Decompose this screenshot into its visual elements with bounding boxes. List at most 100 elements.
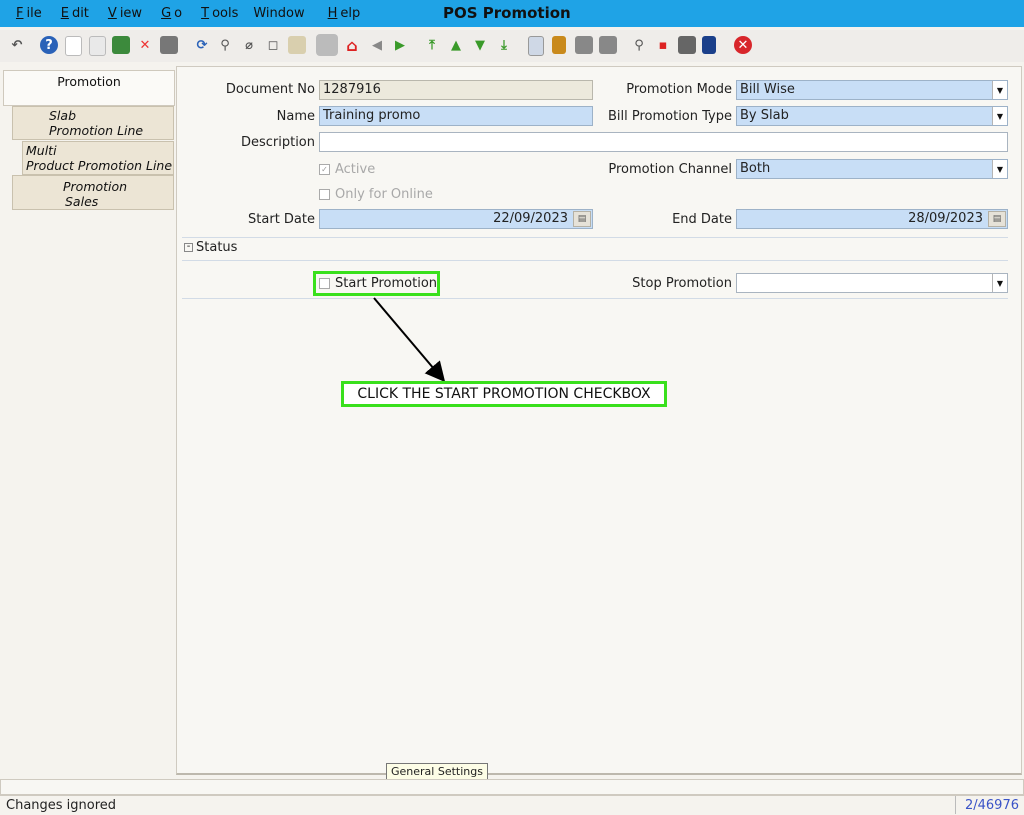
divider — [182, 298, 1008, 299]
bill-promotion-type-label: Bill Promotion Type — [607, 109, 732, 124]
menu-help[interactable]: Help — [320, 6, 361, 21]
start-date-value: 22/09/2023 — [493, 211, 568, 226]
chat-icon[interactable]: ◻ — [264, 36, 282, 54]
close-window-icon[interactable]: ✕ — [734, 36, 752, 54]
collapse-icon: - — [184, 242, 193, 252]
status-strip — [0, 779, 1024, 795]
checkbox-icon — [319, 278, 330, 289]
toolbar: ↶ ? ✕ ⟳ ⚲ ⌀ ◻ ⌂ ◀ ▶ ⤒ ▲ ▼ ⤓ ⚲ ▪ ✕ — [0, 30, 1024, 62]
menu-view[interactable]: View — [100, 6, 142, 21]
promotion-mode-value: Bill Wise — [740, 82, 795, 97]
status-section-header[interactable]: - Status — [184, 240, 237, 255]
active-label: Active — [335, 162, 376, 177]
tab-slab-promotion-line[interactable]: Slab Promotion Line — [12, 106, 174, 140]
save-icon[interactable] — [112, 36, 130, 54]
tab-promotion-sales[interactable]: Promotion Sales — [12, 175, 174, 210]
status-section-title: Status — [196, 240, 238, 255]
record-counter[interactable]: 2/46976 — [955, 796, 1022, 814]
name-field[interactable]: Training promo — [319, 106, 593, 126]
document-no-field[interactable]: 1287916 — [319, 80, 593, 100]
delete-selection-icon[interactable] — [160, 36, 178, 54]
print-icon[interactable] — [599, 36, 617, 54]
divider — [182, 237, 1008, 238]
end-date-label: End Date — [672, 212, 732, 227]
status-message: Changes ignored — [6, 798, 117, 813]
promotion-channel-label: Promotion Channel — [608, 162, 732, 177]
promotion-channel-select[interactable]: Both ▼ — [736, 159, 1008, 179]
menu-tools[interactable]: Tools — [193, 6, 238, 21]
next-record-icon[interactable]: ▼ — [471, 36, 489, 54]
grid-toggle-icon[interactable] — [288, 36, 306, 54]
title-bar: File Edit View Go Tools Window Help POS … — [0, 0, 1024, 27]
start-date-field[interactable]: 22/09/2023 ▤ — [319, 209, 593, 229]
workflow-icon[interactable]: ▪ — [654, 36, 672, 54]
menu-edit[interactable]: Edit — [53, 6, 89, 21]
promotion-channel-value: Both — [740, 161, 771, 176]
menu-file[interactable]: File — [8, 6, 42, 21]
menu-bar: File Edit View Go Tools Window Help — [0, 0, 363, 27]
chevron-down-icon: ▼ — [992, 160, 1007, 178]
undo-icon[interactable]: ↶ — [8, 36, 26, 54]
name-label: Name — [276, 109, 315, 124]
start-promotion-checkbox[interactable]: Start Promotion — [319, 276, 437, 291]
home-icon[interactable]: ⌂ — [343, 36, 361, 55]
window-title: POS Promotion — [443, 4, 571, 22]
report-icon[interactable] — [528, 36, 544, 56]
menu-go[interactable]: Go — [153, 6, 182, 21]
description-label: Description — [240, 135, 315, 150]
help-icon[interactable]: ? — [40, 36, 58, 54]
calendar-icon[interactable]: ▤ — [573, 211, 591, 227]
previous-record-icon[interactable]: ▲ — [447, 36, 465, 54]
delete-icon[interactable]: ✕ — [136, 36, 154, 54]
last-record-icon[interactable]: ⤓ — [495, 36, 513, 54]
copy-record-icon[interactable] — [89, 36, 106, 56]
start-date-label: Start Date — [248, 212, 315, 227]
first-record-icon[interactable]: ⤒ — [423, 36, 441, 54]
tab-multi-label-1: Multi — [26, 143, 57, 158]
refresh-icon[interactable]: ⟳ — [193, 36, 211, 54]
back-icon[interactable]: ◀ — [368, 36, 386, 54]
stop-promotion-select[interactable]: ▼ — [736, 273, 1008, 293]
history-icon[interactable] — [316, 34, 338, 56]
product-info-icon[interactable] — [702, 36, 716, 54]
tab-sales-label-2: Sales — [65, 194, 99, 209]
tab-list: Promotion Slab Promotion Line Multi Prod… — [0, 66, 175, 776]
instruction-annotation: CLICK THE START PROMOTION CHECKBOX — [341, 381, 667, 407]
find-icon[interactable]: ⚲ — [216, 36, 234, 54]
checkbox-icon — [319, 189, 330, 200]
only-online-label: Only for Online — [335, 187, 433, 202]
attachment-icon[interactable]: ⌀ — [240, 36, 258, 54]
calendar-icon[interactable]: ▤ — [988, 211, 1006, 227]
bill-promotion-type-select[interactable]: By Slab ▼ — [736, 106, 1008, 126]
process-icon[interactable] — [678, 36, 696, 54]
active-checkbox[interactable]: ✓ Active — [319, 162, 375, 177]
zoom-across-icon[interactable]: ⚲ — [630, 36, 648, 54]
tab-multi-product-promotion-line[interactable]: Multi Product Promotion Line — [22, 141, 174, 175]
print-preview-icon[interactable] — [575, 36, 593, 54]
only-online-checkbox[interactable]: Only for Online — [319, 187, 433, 202]
description-field[interactable] — [319, 132, 1008, 152]
tab-slab-label-1: Slab — [49, 108, 77, 123]
tab-multi-label-2: Product Promotion Line — [26, 158, 173, 173]
archive-icon[interactable] — [552, 36, 566, 54]
new-record-icon[interactable] — [65, 36, 82, 56]
start-promotion-label: Start Promotion — [335, 276, 438, 291]
tab-slab-label-2: Promotion Line — [49, 123, 144, 138]
chevron-down-icon: ▼ — [992, 274, 1007, 292]
promotion-mode-select[interactable]: Bill Wise ▼ — [736, 80, 1008, 100]
annotation-arrow-icon — [373, 297, 446, 383]
tooltip: General Settings — [386, 763, 488, 780]
tab-promotion[interactable]: Promotion — [3, 70, 175, 106]
tab-promotion-label: Promotion — [57, 74, 121, 89]
menu-window[interactable]: Window — [253, 6, 304, 21]
status-bar: Changes ignored 2/46976 — [0, 795, 1024, 815]
promotion-mode-label: Promotion Mode — [626, 82, 732, 97]
tab-sales-label-1: Promotion — [63, 179, 128, 194]
document-no-label: Document No — [225, 82, 315, 97]
end-date-field[interactable]: 28/09/2023 ▤ — [736, 209, 1008, 229]
stop-promotion-label: Stop Promotion — [632, 276, 732, 291]
checkmark-icon: ✓ — [319, 164, 330, 175]
forward-icon[interactable]: ▶ — [391, 36, 409, 54]
end-date-value: 28/09/2023 — [908, 211, 983, 226]
bill-promotion-type-value: By Slab — [740, 108, 789, 123]
